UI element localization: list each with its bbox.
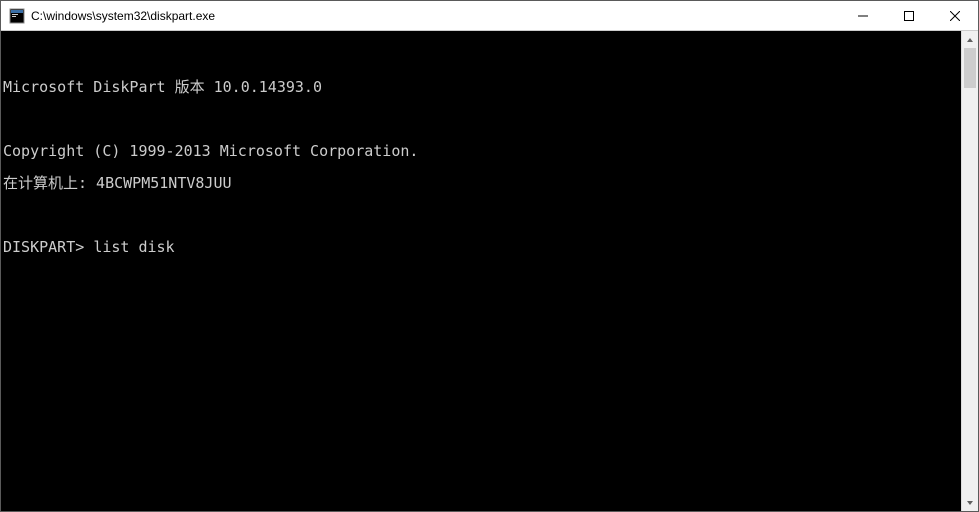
app-icon (9, 8, 25, 24)
scroll-up-button[interactable] (962, 31, 978, 48)
console-output[interactable]: Microsoft DiskPart 版本 10.0.14393.0 Copyr… (1, 31, 961, 511)
scroll-down-button[interactable] (962, 494, 978, 511)
minimize-button[interactable] (840, 1, 886, 30)
app-window: C:\windows\system32\diskpart.exe Microso… (0, 0, 979, 512)
console-input[interactable]: list disk (93, 238, 174, 256)
titlebar[interactable]: C:\windows\system32\diskpart.exe (1, 1, 978, 31)
window-controls (840, 1, 978, 30)
vertical-scrollbar[interactable] (961, 31, 978, 511)
client-area: Microsoft DiskPart 版本 10.0.14393.0 Copyr… (1, 31, 978, 511)
console-line: 在计算机上: 4BCWPM51NTV8JUU (3, 175, 961, 191)
console-line (3, 207, 961, 223)
console-line: Microsoft DiskPart 版本 10.0.14393.0 (3, 79, 961, 95)
close-button[interactable] (932, 1, 978, 30)
window-title: C:\windows\system32\diskpart.exe (31, 9, 840, 23)
console-line: Copyright (C) 1999-2013 Microsoft Corpor… (3, 143, 961, 159)
console-prompt-line: DISKPART> list disk (3, 239, 961, 255)
console-prompt: DISKPART> (3, 238, 93, 256)
maximize-button[interactable] (886, 1, 932, 30)
scroll-track[interactable] (962, 48, 978, 494)
scroll-thumb[interactable] (964, 48, 976, 88)
console-line (3, 111, 961, 127)
console-line (3, 47, 961, 63)
